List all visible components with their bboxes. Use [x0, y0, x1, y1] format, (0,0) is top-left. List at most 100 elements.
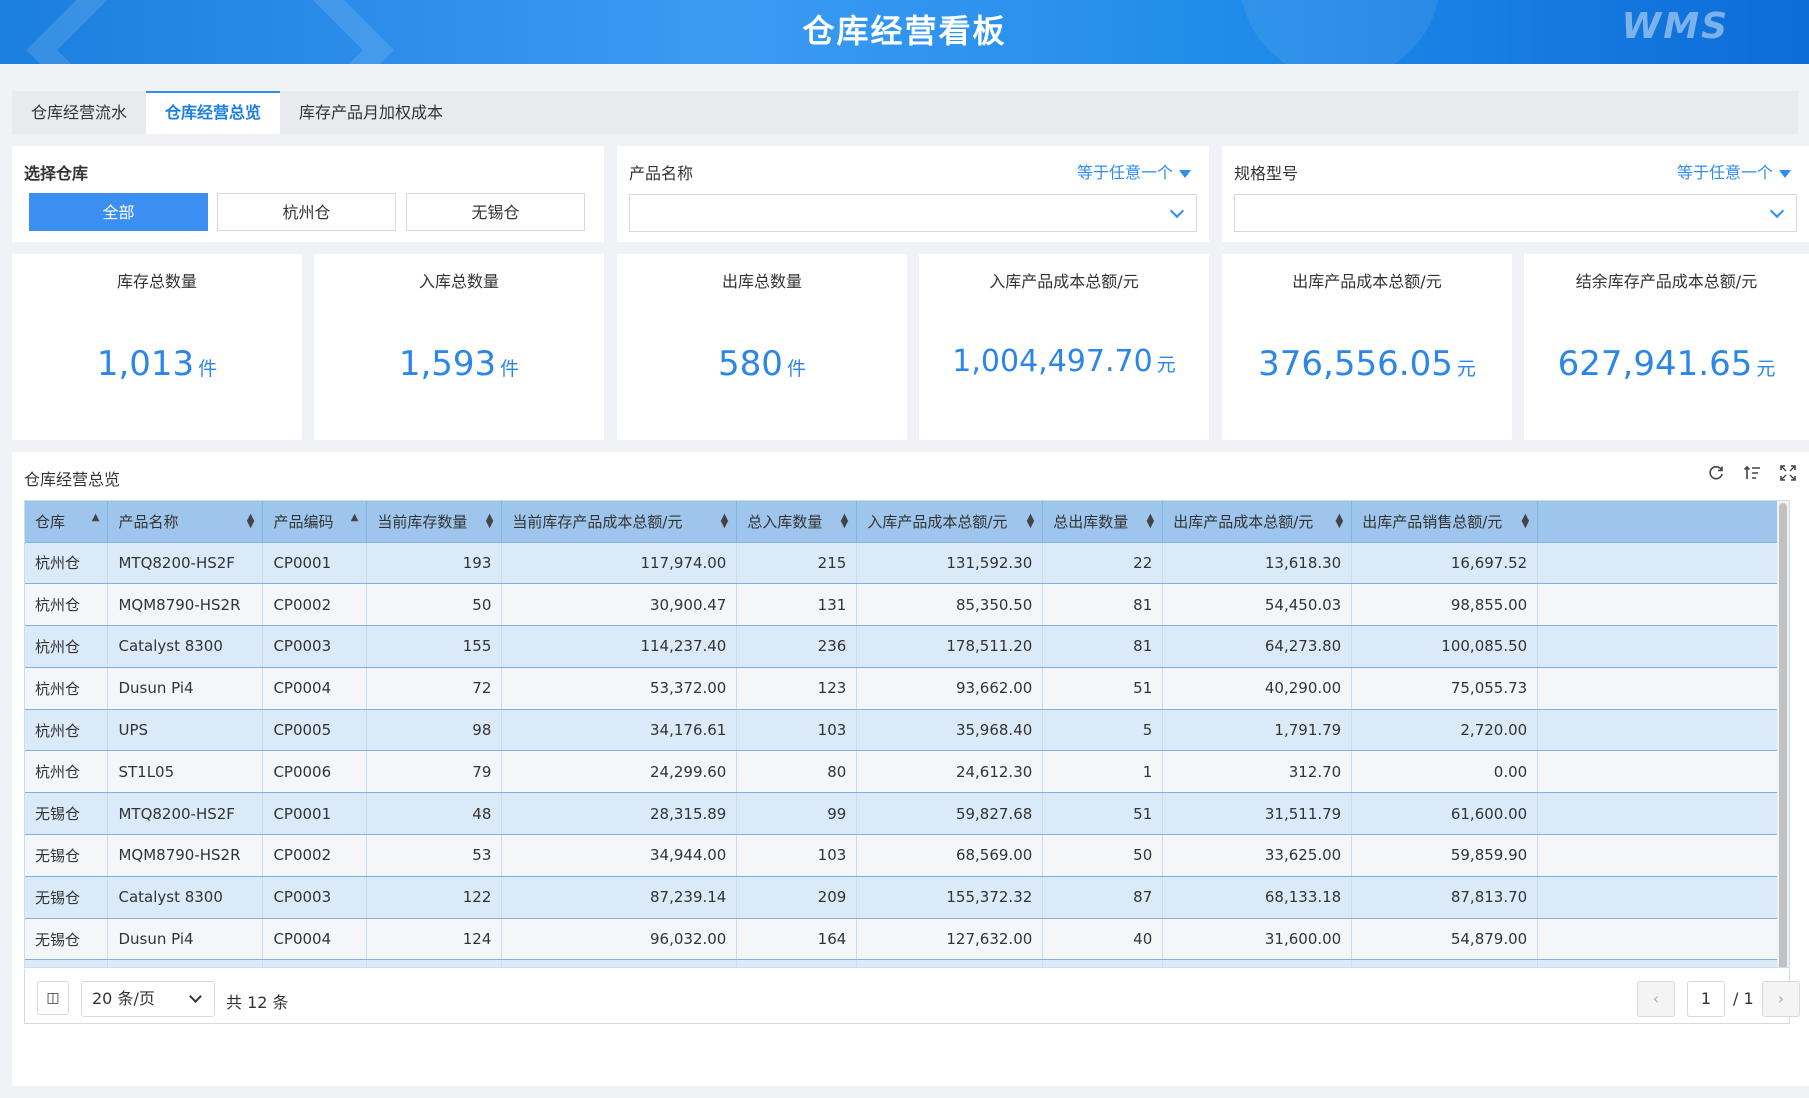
warehouse-option-hangzhou[interactable]: 杭州仓 [217, 193, 396, 231]
table-cell: 124 [366, 918, 503, 961]
table-row[interactable]: 无锡仓 MQM8790-HS2R CP0002 53 34,944.00 103 68,56… [25, 834, 1789, 877]
sort-icon[interactable]: ▲ ▼ [247, 513, 255, 530]
kpi-value-line: 580 件 [617, 344, 907, 384]
column-header[interactable]: 当前库存产品成本总额/元 ▲ ▼ [501, 501, 738, 543]
table-row[interactable]: 杭州仓 ST1L05 CP0006 79 24,299.60 80 24,612.30 1 31… [25, 750, 1789, 794]
warehouse-option-wuxi[interactable]: 无锡仓 [406, 193, 585, 231]
table-cell: CP0003 [262, 876, 368, 919]
column-header-filler [1537, 501, 1789, 543]
table-cell: 103 [736, 709, 858, 752]
pagination-bar: ◫ 20 条/页 共 12 条 ‹ 1 / 1 › [24, 969, 1800, 1024]
column-header[interactable]: 总入库数量 ▲ ▼ [736, 501, 858, 543]
sort-icon[interactable]: ▲ ▼ [486, 513, 494, 530]
vertical-scrollbar[interactable] [1777, 501, 1789, 967]
table-row[interactable]: 无锡仓 MTQ8200-HS2F CP0001 48 28,315.89 99 59,827… [25, 792, 1789, 836]
spec-model-label: 规格型号 [1234, 164, 1299, 183]
sort-icon[interactable]: ▲ ▼ [841, 513, 849, 530]
table-cell: 117,974.00 [501, 542, 738, 585]
table-cell: 68,569.00 [856, 834, 1044, 877]
warehouse-option-all[interactable]: 全部 [29, 193, 208, 231]
sort-icon[interactable]: ▲ ▼ [1147, 513, 1155, 530]
table-row[interactable]: 无锡仓UPSCP000572,572.904516,200.003813,627… [25, 959, 1789, 967]
kpi-label: 出库总数量 [721, 272, 802, 291]
page-size-select[interactable]: 20 条/页 [81, 981, 215, 1017]
table-cell: 1 [1042, 750, 1164, 794]
column-header[interactable]: 出库产品销售总额/元 ▲ ▼ [1351, 501, 1539, 543]
spec-model-select[interactable] [1234, 194, 1797, 232]
column-header-label: 入库产品成本总额/元 [867, 512, 1008, 531]
prev-page-button[interactable]: ‹ [1637, 981, 1675, 1017]
product-name-operator[interactable]: 等于任意一个 [1077, 159, 1191, 183]
table-cell: CP0002 [262, 583, 368, 627]
table-row[interactable]: 杭州仓 MQM8790-HS2R CP0002 50 30,900.47 131 85,35… [25, 583, 1789, 627]
table-cell: 48 [366, 792, 503, 836]
kpi-card-inbound-cost: 入库产品成本总额/元 1,004,497.70 元 [919, 254, 1209, 440]
product-name-label: 产品名称 [629, 164, 694, 183]
scrollbar-thumb[interactable] [1779, 503, 1787, 967]
column-header-label: 出库产品销售总额/元 [1362, 512, 1503, 531]
column-header[interactable]: 当前库存数量 ▲ ▼ [366, 501, 503, 543]
column-header[interactable]: 仓库 ▲ [25, 501, 109, 543]
tab-operation-flow[interactable]: 仓库经营流水 [12, 91, 146, 134]
product-name-filter: 产品名称 等于任意一个 [617, 146, 1209, 242]
column-header[interactable]: 产品编码 ▲ [262, 501, 368, 543]
table-cell: UPS [107, 959, 264, 967]
table-cell: 杭州仓 [25, 542, 109, 585]
sort-icon[interactable]: ▲ ▼ [1336, 513, 1344, 530]
next-page-button[interactable]: › [1762, 981, 1800, 1017]
column-header[interactable]: 产品名称 ▲ ▼ [107, 501, 264, 543]
table-cell: 53 [366, 834, 503, 877]
table-row[interactable]: 杭州仓 Catalyst 8300 CP0003 155 114,237.40 236 17… [25, 625, 1789, 668]
tab-monthly-weighted-cost[interactable]: 库存产品月加权成本 [280, 91, 462, 134]
table-row[interactable]: 杭州仓 MTQ8200-HS2F CP0001 193 117,974.00 215 131… [25, 542, 1789, 585]
kpi-value-line: 627,941.65 元 [1524, 344, 1809, 384]
sort-settings-icon[interactable] [1743, 464, 1761, 482]
table-cell: CP0002 [262, 834, 368, 877]
table-cell: 2,720.00 [1351, 709, 1539, 752]
sort-up-icon[interactable]: ▲ [351, 513, 359, 523]
table-header-row: 仓库 ▲ 产品名称 ▲ ▼ 产品编码 ▲ 当前库存数量 ▲ ▼ 当前库存产品成本总额/元 ▲ ▼… [25, 501, 1789, 543]
spec-model-operator[interactable]: 等于任意一个 [1677, 159, 1791, 183]
column-header-label: 当前库存产品成本总额/元 [512, 512, 683, 531]
kpi-value: 627,941.65 [1557, 344, 1753, 384]
table-cell: 杭州仓 [25, 750, 109, 794]
table-cell: UPS [107, 709, 264, 752]
table-cell: 59,859.90 [1351, 834, 1539, 877]
table-cell-filler [1537, 709, 1789, 752]
overview-data-grid: 仓库 ▲ 产品名称 ▲ ▼ 产品编码 ▲ 当前库存数量 ▲ ▼ 当前库存产品成本总额/元 ▲ ▼… [24, 500, 1790, 968]
chevron-down-icon [1769, 203, 1785, 219]
refresh-icon[interactable] [1707, 464, 1725, 482]
table-cell: 64,273.80 [1162, 625, 1353, 668]
kpi-card-inventory-qty: 库存总数量 1,013 件 [12, 254, 302, 440]
product-name-select[interactable] [629, 194, 1197, 232]
sort-up-icon[interactable]: ▲ [92, 513, 100, 523]
kpi-unit: 件 [500, 358, 520, 380]
table-cell: 34,176.61 [501, 709, 738, 752]
table-cell: 98 [366, 709, 503, 752]
column-settings-icon[interactable]: ◫ [37, 981, 69, 1015]
table-row[interactable]: 杭州仓 Dusun Pi4 CP0004 72 53,372.00 123 93,662.0… [25, 667, 1789, 710]
sort-icon[interactable]: ▲ ▼ [721, 513, 729, 530]
table-cell: 54,450.03 [1162, 583, 1353, 627]
sort-icon[interactable]: ▲ ▼ [1521, 513, 1529, 530]
tab-operation-overview[interactable]: 仓库经营总览 [146, 91, 281, 134]
table-cell: CP0001 [262, 792, 368, 836]
table-cell: 16,697.52 [1351, 542, 1539, 585]
fullscreen-icon[interactable] [1779, 464, 1797, 482]
table-row[interactable]: 无锡仓 Dusun Pi4 CP0004 124 96,032.00 164 127,632… [25, 918, 1789, 961]
table-row[interactable]: 无锡仓 Catalyst 8300 CP0003 122 87,239.14 209 155… [25, 876, 1789, 919]
table-cell: 13,618.30 [1162, 542, 1353, 585]
current-page-input[interactable]: 1 [1687, 981, 1725, 1017]
table-row[interactable]: 杭州仓 UPS CP0005 98 34,176.61 103 35,968.40 5 1,79… [25, 709, 1789, 752]
table-cell: CP0005 [262, 959, 368, 967]
table-cell: Dusun Pi4 [107, 918, 264, 961]
table-cell: 68,133.18 [1162, 876, 1353, 919]
table-cell: 33,625.00 [1162, 834, 1353, 877]
sort-icon[interactable]: ▲ ▼ [1027, 513, 1035, 530]
column-header[interactable]: 出库产品成本总额/元 ▲ ▼ [1162, 501, 1353, 543]
table-cell: 87,239.14 [501, 876, 738, 919]
kpi-value-line: 376,556.05 元 [1222, 344, 1512, 384]
table-cell: 30,900.47 [501, 583, 738, 627]
column-header[interactable]: 总出库数量 ▲ ▼ [1042, 501, 1164, 543]
column-header[interactable]: 入库产品成本总额/元 ▲ ▼ [856, 501, 1044, 543]
